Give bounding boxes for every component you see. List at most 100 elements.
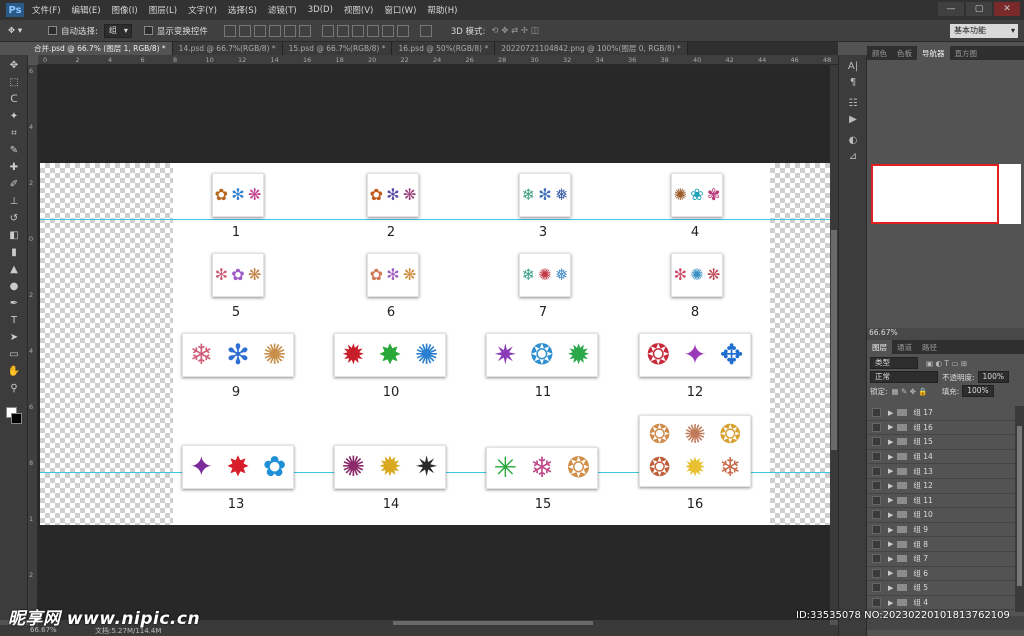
guide-line-1[interactable] [40,219,830,220]
3d-mode-icons[interactable]: ⟲ ✥ ⇄ ✢ ◫ [491,26,538,36]
menu-3d[interactable]: 3D(D) [308,5,333,15]
background-color[interactable] [11,413,22,424]
navigator-thumbnail[interactable] [871,164,1021,224]
layer-kind-filter[interactable]: 类型 [870,357,918,369]
tab-channels[interactable]: 通道 [892,340,917,354]
sprite-card-8[interactable]: ✻ ✺ ❋ [671,253,723,297]
menu-select[interactable]: 选择(S) [228,4,257,16]
menu-file[interactable]: 文件(F) [32,4,61,16]
layers-scroll-thumb[interactable] [1017,426,1022,586]
distribute-hcenter-icon[interactable] [381,24,394,37]
tab-color[interactable]: 颜色 [867,46,892,60]
workspace-dropdown[interactable]: 基本功能 [950,24,1018,38]
layer-row[interactable]: ▶ 组 10 [867,508,1015,523]
document-canvas[interactable]: ✿ ✻ ❋ 1 ✿ ✻ ❋ 2 ❄ ✻ ❅ 3 ✺ ❀ ✾ 4 ✻ ✿ ❋ 5 ✿ ✻ ❋ 6 ❄ ✺ ❅ 7 ✻ ✺ ❋ 8 ❄ ✻ ✺ 9 ✹ ✸ ✺ 1… [40,163,830,525]
sprite-card-13[interactable]: ✦ ✸ ✿ [182,445,294,489]
expand-triangle-icon[interactable]: ▶ [888,453,893,461]
opacity-input[interactable]: 100% [977,371,1009,383]
visibility-toggle[interactable] [872,554,881,564]
tab-histogram[interactable]: 直方图 [950,46,983,60]
visibility-toggle[interactable] [872,408,881,418]
layers-scrollbar[interactable] [1015,406,1024,612]
layer-row[interactable]: ▶ 组 15 [867,435,1015,450]
menu-image[interactable]: 图像(I) [112,4,138,16]
visibility-toggle[interactable] [872,495,881,505]
layer-row[interactable]: ▶ 组 16 [867,421,1015,436]
align-left-icon[interactable] [268,24,281,37]
expand-triangle-icon[interactable]: ▶ [888,409,893,417]
crop-tool-icon[interactable]: ⌗ [5,126,23,140]
sprite-card-7[interactable]: ❄ ✺ ❅ [519,253,571,297]
actions-panel-icon[interactable]: ▶ [845,114,861,127]
properties-panel-icon[interactable]: ◐ [845,135,861,148]
expand-triangle-icon[interactable]: ▶ [888,467,893,475]
distribute-vcenter-icon[interactable] [336,24,349,37]
visibility-toggle[interactable] [872,583,881,593]
adjustments-panel-icon[interactable]: ⊿ [845,151,861,164]
menu-window[interactable]: 窗口(W) [384,4,416,16]
maximize-button[interactable]: ▢ [966,2,992,16]
navigator-zoom[interactable]: 66.67% [867,328,1024,340]
visibility-toggle[interactable] [872,539,881,549]
visibility-toggle[interactable] [872,525,881,535]
sprite-card-12[interactable]: ❂ ✦ ✥ [639,333,751,377]
menu-layer[interactable]: 图层(L) [149,4,177,16]
visibility-toggle[interactable] [872,422,881,432]
vertical-scrollbar[interactable] [830,65,838,620]
tab-swatches[interactable]: 色板 [892,46,917,60]
magic-wand-tool-icon[interactable]: ✦ [5,109,23,123]
menu-type[interactable]: 文字(Y) [188,4,217,16]
brush-tool-icon[interactable]: ✐ [5,177,23,191]
sprite-card-3[interactable]: ❄ ✻ ❅ [519,173,571,217]
lock-icons[interactable]: ▦ ✎ ✥ 🔒 [892,387,928,396]
expand-triangle-icon[interactable]: ▶ [888,482,893,490]
expand-triangle-icon[interactable]: ▶ [888,599,893,607]
layer-row[interactable]: ▶ 组 17 [867,406,1015,421]
blend-mode-dropdown[interactable]: 正常 [870,371,938,383]
sprite-card-16[interactable]: ❂ ✺ ❂ ❂ ✹ ❄ [639,415,751,487]
visibility-toggle[interactable] [872,510,881,520]
shape-tool-icon[interactable]: ▭ [5,347,23,361]
fill-input[interactable]: 100% [962,385,994,397]
expand-triangle-icon[interactable]: ▶ [888,540,893,548]
expand-triangle-icon[interactable]: ▶ [888,526,893,534]
visibility-toggle[interactable] [872,437,881,447]
visibility-toggle[interactable] [872,481,881,491]
layer-row[interactable]: ▶ 组 5 [867,581,1015,596]
healing-tool-icon[interactable]: ✚ [5,160,23,174]
layer-row[interactable]: ▶ 组 12 [867,479,1015,494]
align-vcenter-icon[interactable] [238,24,251,37]
visibility-toggle[interactable] [872,598,881,608]
align-right-icon[interactable] [298,24,311,37]
history-panel-icon[interactable]: ☷ [845,98,861,111]
expand-triangle-icon[interactable]: ▶ [888,496,893,504]
align-hcenter-icon[interactable] [283,24,296,37]
dodge-tool-icon[interactable]: ● [5,279,23,293]
eraser-tool-icon[interactable]: ◧ [5,228,23,242]
stamp-tool-icon[interactable]: ⊥ [5,194,23,208]
minimize-button[interactable]: — [938,2,964,16]
type-tool-icon[interactable]: T [5,313,23,327]
sprite-card-11[interactable]: ✷ ❂ ✹ [486,333,598,377]
move-tool-icon[interactable]: ✥ [5,58,23,72]
menu-filter[interactable]: 滤镜(T) [268,4,297,16]
sprite-card-4[interactable]: ✺ ❀ ✾ [671,173,723,217]
align-top-icon[interactable] [223,24,236,37]
tab-16-psd[interactable]: 16.psd @ 50%(RGB/8) * [392,42,496,55]
distribute-bottom-icon[interactable] [351,24,364,37]
tab-14-psd[interactable]: 14.psd @ 66.7%(RGB/8) * [172,42,283,55]
history-brush-icon[interactable]: ↺ [5,211,23,225]
expand-triangle-icon[interactable]: ▶ [888,584,893,592]
tab-paths[interactable]: 路径 [917,340,942,354]
sprite-card-10[interactable]: ✹ ✸ ✺ [334,333,446,377]
hand-tool-icon[interactable]: ✋ [5,364,23,378]
canvas-area[interactable]: ✿ ✻ ❋ 1 ✿ ✻ ❋ 2 ❄ ✻ ❅ 3 ✺ ❀ ✾ 4 ✻ ✿ ❋ 5 ✿ ✻ ❋ 6 ❄ ✺ ❅ 7 ✻ ✺ ❋ 8 ❄ ✻ ✺ 9 ✹ ✸ ✺ 1… [38,65,830,620]
expand-triangle-icon[interactable]: ▶ [888,555,893,563]
tab-navigator[interactable]: 导航器 [917,46,950,60]
navigator-view-frame[interactable] [871,164,999,224]
visibility-toggle[interactable] [872,568,881,578]
close-button[interactable]: ✕ [994,2,1020,16]
auto-select-checkbox[interactable] [48,26,57,35]
visibility-toggle[interactable] [872,466,881,476]
sprite-card-1[interactable]: ✿ ✻ ❋ [212,173,264,217]
